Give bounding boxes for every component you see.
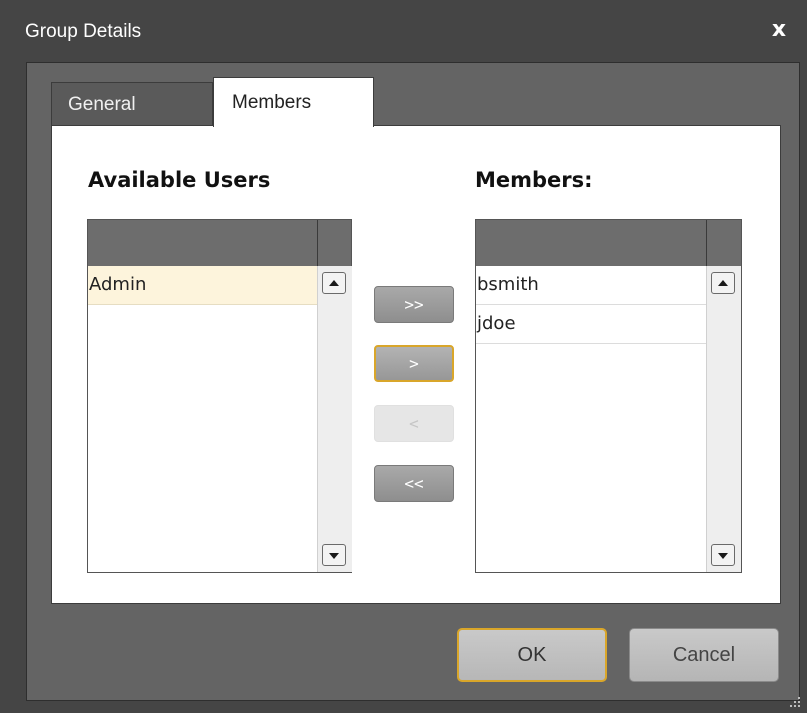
dialog-title: Group Details [25,21,142,42]
list-header [476,220,741,266]
tab-members[interactable]: Members [213,77,374,127]
scroll-down-icon[interactable] [322,544,346,566]
list-item[interactable]: bsmith [476,266,706,305]
scroll-down-icon[interactable] [711,544,735,566]
available-users-list[interactable]: Admin [87,219,352,573]
list-header-divider [317,220,318,266]
members-scrollbar[interactable] [706,266,741,572]
available-users-heading: Available Users [88,168,271,192]
members-list[interactable]: bsmith jdoe [475,219,742,573]
close-icon[interactable]: x [767,18,791,42]
remove-all-button[interactable]: << [374,465,454,502]
list-header [88,220,351,266]
list-header-divider [706,220,707,266]
available-users-scrollbar[interactable] [317,266,352,572]
tab-general[interactable]: General [51,82,213,126]
ok-button[interactable]: OK [457,628,607,682]
members-heading: Members: [475,168,593,192]
cancel-button[interactable]: Cancel [629,628,779,682]
add-all-button[interactable]: >> [374,286,454,323]
list-item[interactable]: jdoe [476,305,706,344]
group-details-dialog: Group Details x General Members Availabl… [0,0,807,713]
scroll-up-icon[interactable] [322,272,346,294]
list-item[interactable]: Admin [88,266,317,305]
scroll-up-icon[interactable] [711,272,735,294]
resize-grip-icon[interactable] [787,693,801,707]
add-button[interactable]: > [374,345,454,382]
remove-button[interactable]: < [374,405,454,442]
